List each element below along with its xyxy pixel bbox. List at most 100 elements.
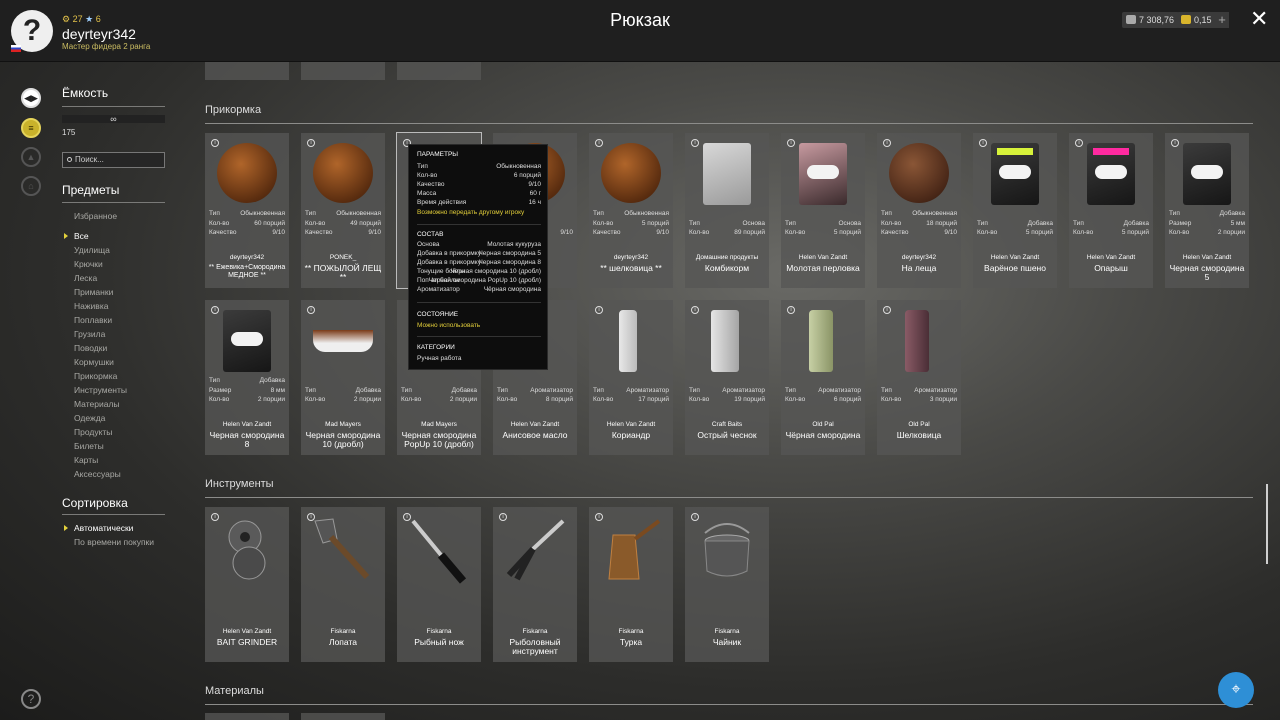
- info-icon[interactable]: i: [1075, 139, 1083, 147]
- category-sinkers[interactable]: Грузила: [74, 329, 105, 339]
- info-icon[interactable]: i: [883, 306, 891, 314]
- clipped-card[interactable]: [205, 713, 289, 720]
- category-rods[interactable]: Удилища: [74, 245, 110, 255]
- item-card[interactable]: i Helen Van Zandt BAIT GRINDER: [205, 507, 289, 662]
- prop-label: Кол-во: [497, 396, 518, 403]
- info-icon[interactable]: i: [211, 139, 219, 147]
- sort-auto[interactable]: Автоматически: [74, 523, 133, 533]
- category-all[interactable]: Все: [74, 231, 89, 241]
- item-card[interactable]: i Тип Обыкновенная Кол-во 5 порций Качеств…: [589, 133, 673, 288]
- item-card[interactable]: i Тип Обыкновенная Кол-во 49 порций Качест…: [301, 133, 385, 288]
- item-card[interactable]: i Тип Обыкновенная Кол-во 18 порций Качест…: [877, 133, 961, 288]
- capacity-title: Ёмкость: [62, 86, 109, 100]
- item-card[interactable]: i Тип Ароматизатор Кол-во 3 порции Old Pal…: [877, 300, 961, 455]
- category-clothes[interactable]: Одежда: [74, 413, 105, 423]
- prop-value: Добавка: [451, 387, 477, 394]
- prop-label: Кол-во: [785, 229, 806, 236]
- info-icon[interactable]: i: [979, 139, 987, 147]
- item-card[interactable]: i Тип Основа Кол-во 89 порций Домашние про…: [685, 133, 769, 288]
- item-card[interactable]: i Тип Добавка Размер 5 мм Кол-во 2 порции H…: [1165, 133, 1249, 288]
- category-accessories[interactable]: Аксессуары: [74, 469, 121, 479]
- prop-label: Кол-во: [209, 220, 230, 227]
- tooltip-composition-title: СОСТАВ: [417, 231, 444, 238]
- item-card[interactable]: i Тип Добавка Кол-во 5 порций Helen Van Za…: [973, 133, 1057, 288]
- item-card[interactable]: i Fiskarna Турка: [589, 507, 673, 662]
- prop-label: Кол-во: [977, 229, 998, 236]
- prop-label: Тип: [881, 210, 892, 217]
- clipped-card[interactable]: [205, 62, 289, 80]
- backpack-tab-icon[interactable]: ◀▶: [21, 88, 41, 108]
- category-hooks[interactable]: Крючки: [74, 259, 103, 269]
- prop-value: 2 порции: [1217, 229, 1245, 236]
- tooltip-key: Ароматизатор: [417, 286, 460, 293]
- info-icon[interactable]: i: [787, 306, 795, 314]
- tooltip-value: Черная смородина 8: [478, 259, 541, 266]
- item-brand: Helen Van Zandt: [990, 254, 1040, 261]
- item-card[interactable]: i Тип Ароматизатор Кол-во 17 порций Helen …: [589, 300, 673, 455]
- clipped-card[interactable]: [301, 62, 385, 80]
- category-line[interactable]: Леска: [74, 273, 97, 283]
- item-card[interactable]: i Тип Ароматизатор Кол-во 6 порций Old Pal…: [781, 300, 865, 455]
- item-card[interactable]: i Тип Основа Кол-во 5 порций Helen Van Zan…: [781, 133, 865, 288]
- item-card[interactable]: i Тип Добавка Кол-во 5 порций Helen Van Za…: [1069, 133, 1153, 288]
- item-card[interactable]: i Тип Добавка Кол-во 2 порции Mad Mayers Ч…: [301, 300, 385, 455]
- gold-balance: 0,15: [1177, 12, 1217, 28]
- scrollbar[interactable]: [1266, 484, 1268, 564]
- item-card[interactable]: i Тип Ароматизатор Кол-во 19 порций Craft …: [685, 300, 769, 455]
- category-favorites[interactable]: Избранное: [74, 211, 117, 221]
- info-icon[interactable]: i: [691, 306, 699, 314]
- info-icon[interactable]: i: [595, 306, 603, 314]
- category-tickets[interactable]: Билеты: [74, 441, 104, 451]
- category-leaders[interactable]: Поводки: [74, 343, 107, 353]
- help-icon[interactable]: ?: [21, 689, 41, 709]
- category-groundbait[interactable]: Прикормка: [74, 371, 117, 381]
- prop-label: Кол-во: [305, 220, 326, 227]
- clipped-card[interactable]: [301, 713, 385, 720]
- grinder-image: [228, 520, 266, 580]
- prop-value: 9/10: [272, 229, 285, 236]
- item-card[interactable]: i Fiskarna Рыбный нож: [397, 507, 481, 662]
- info-icon[interactable]: i: [307, 306, 315, 314]
- prop-value: Добавка: [1027, 220, 1053, 227]
- category-feeders[interactable]: Кормушки: [74, 357, 114, 367]
- bag-image: [991, 143, 1039, 205]
- category-floats[interactable]: Поплавки: [74, 315, 112, 325]
- info-icon[interactable]: i: [595, 139, 603, 147]
- info-icon[interactable]: i: [211, 306, 219, 314]
- clipped-card[interactable]: [397, 62, 481, 80]
- item-name: Черная смородина 5: [1169, 263, 1245, 282]
- info-icon[interactable]: i: [307, 139, 315, 147]
- item-card[interactable]: i Fiskarna Лопата: [301, 507, 385, 662]
- bottle-image: [619, 310, 637, 372]
- info-icon[interactable]: i: [787, 139, 795, 147]
- add-currency-button[interactable]: +: [1215, 12, 1229, 28]
- shovel-image: [314, 518, 370, 580]
- category-maps[interactable]: Карты: [74, 455, 98, 465]
- house-tab-icon[interactable]: ⌂: [21, 176, 41, 196]
- item-card[interactable]: i Тип Добавка Размер 8 мм Кол-во 2 порции H…: [205, 300, 289, 455]
- category-bait[interactable]: Наживка: [74, 301, 108, 311]
- gold-tab-icon[interactable]: ≡: [21, 118, 41, 138]
- item-card[interactable]: i Тип Обыкновенная Кол-во 60 порций Качест…: [205, 133, 289, 288]
- bag-image: [1183, 143, 1231, 205]
- item-name: Чайник: [712, 637, 742, 647]
- capacity-bar: ∞: [62, 115, 165, 124]
- category-lures[interactable]: Приманки: [74, 287, 113, 297]
- prop-value: 6 порций: [833, 396, 861, 403]
- category-food[interactable]: Продукты: [74, 427, 112, 437]
- category-materials[interactable]: Материалы: [74, 399, 120, 409]
- prop-label: Кол-во: [689, 396, 710, 403]
- tooltip-transfer: Возможно передать другому игроку: [417, 209, 525, 216]
- item-card[interactable]: i Fiskarna Чайник: [685, 507, 769, 662]
- info-icon[interactable]: i: [883, 139, 891, 147]
- category-tools[interactable]: Инструменты: [74, 385, 127, 395]
- info-icon[interactable]: i: [1171, 139, 1179, 147]
- item-card[interactable]: i Fiskarna Рыболовный инструмент: [493, 507, 577, 662]
- sort-by-time[interactable]: По времени покупки: [74, 537, 154, 547]
- fire-tab-icon[interactable]: ▲: [21, 147, 41, 167]
- tooltip-key: Масса: [417, 190, 437, 197]
- info-icon[interactable]: i: [691, 139, 699, 147]
- cursor-mode-button[interactable]: ⌖: [1218, 672, 1254, 708]
- close-button[interactable]: ✕: [1250, 8, 1268, 30]
- search-input[interactable]: Поиск...: [62, 152, 165, 168]
